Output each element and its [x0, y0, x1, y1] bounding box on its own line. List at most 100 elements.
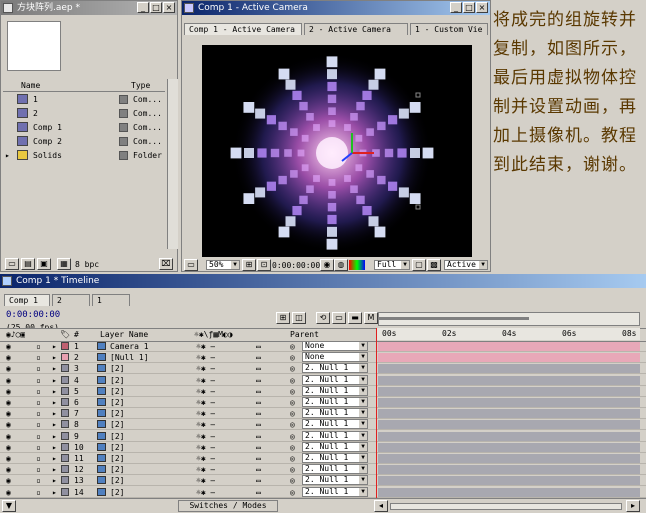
label-color-chip[interactable] — [61, 487, 69, 496]
3d-layer-switch[interactable]: ▭ — [256, 419, 261, 430]
switches-modes-toggle[interactable]: Switches / Modes — [178, 500, 278, 512]
eye-icon[interactable]: ◉ — [6, 341, 11, 352]
parent-dropdown[interactable]: 2. Null 1 ▼ — [302, 374, 368, 385]
expand-arrow-icon[interactable]: ▸ — [52, 487, 57, 498]
lock-icon[interactable]: ▫ — [36, 442, 41, 453]
layer-name[interactable]: [2] — [110, 386, 124, 397]
tab-2[interactable]: 2 — [52, 294, 90, 306]
parent-pickwhip-icon[interactable]: ◎ — [290, 352, 295, 363]
tab-2-active-camera[interactable]: 2 - Active Camera — [304, 23, 408, 35]
parent-dropdown[interactable]: 2. Null 1 ▼ — [302, 486, 368, 497]
layer-name[interactable]: [2] — [110, 408, 124, 419]
3d-layer-switch[interactable]: ▭ — [256, 363, 261, 374]
layer-duration-bar[interactable] — [378, 442, 640, 452]
expand-arrow-icon[interactable]: ▸ — [52, 442, 57, 453]
3d-layer-switch[interactable]: ▭ — [256, 375, 261, 386]
view-dropdown[interactable]: Active ▼ — [444, 260, 488, 270]
zoom-in-icon[interactable]: ▸ — [626, 500, 640, 512]
layer-row[interactable]: ◉ ▫ ▸ 14 [2] ☼✱ ̶ ▭ ◎ 2. Null 1 ▼ — [0, 486, 646, 498]
expand-arrow-icon[interactable]: ▸ — [52, 363, 57, 374]
3d-layer-switch[interactable]: ▭ — [256, 475, 261, 486]
lock-icon[interactable]: ▫ — [36, 375, 41, 386]
eye-icon[interactable]: ◉ — [6, 352, 11, 363]
parent-pickwhip-icon[interactable]: ◎ — [290, 487, 295, 498]
layer-row[interactable]: ◉ ▫ ▸ 11 [2] ☼✱ ̶ ▭ ◎ 2. Null 1 ▼ — [0, 453, 646, 464]
eye-icon[interactable]: ◉ — [6, 487, 11, 498]
label-color-chip[interactable] — [61, 442, 69, 451]
show-snapshot-icon[interactable]: ◍ — [334, 259, 348, 271]
time-ruler[interactable]: 00s 02s 04s 06s 08s — [376, 328, 640, 340]
parent-dropdown[interactable]: 2. Null 1 ▼ — [302, 408, 368, 419]
3d-layer-switch[interactable]: ▭ — [256, 352, 261, 363]
minimize-button[interactable]: _ — [137, 2, 149, 13]
expand-arrow-icon[interactable]: ▸ — [52, 464, 57, 475]
parent-pickwhip-icon[interactable]: ◎ — [290, 453, 295, 464]
layer-name[interactable]: [2] — [110, 431, 124, 442]
layer-row[interactable]: ◉ ▫ ▸ 6 [2] ☼✱ ̶ ▭ ◎ 2. Null 1 ▼ — [0, 397, 646, 408]
parent-pickwhip-icon[interactable]: ◎ — [290, 475, 295, 486]
label-color-chip[interactable] — [61, 364, 69, 373]
parent-pickwhip-icon[interactable]: ◎ — [290, 464, 295, 475]
tab-1-custom-view[interactable]: 1 - Custom Vie — [410, 23, 488, 35]
layer-switches[interactable]: ☼✱ ̶ — [196, 397, 215, 408]
layer-handle[interactable] — [415, 92, 421, 98]
label-color-chip[interactable] — [61, 353, 69, 362]
label-color-chip[interactable] — [119, 151, 128, 160]
layer-row[interactable]: ◉ ▫ ▸ 1 Camera 1 ☼✱ ̶ ▭ ◎ None ▼ — [0, 341, 646, 352]
layer-row[interactable]: ◉ ▫ ▸ 7 [2] ☼✱ ̶ ▭ ◎ 2. Null 1 ▼ — [0, 408, 646, 420]
parent-pickwhip-icon[interactable]: ◎ — [290, 386, 295, 397]
layer-switches[interactable]: ☼✱ ̶ — [196, 453, 215, 464]
label-color-chip[interactable] — [119, 109, 128, 118]
3d-layer-switch[interactable]: ▭ — [256, 487, 261, 498]
resolution-dropdown[interactable]: Full ▼ — [374, 260, 410, 270]
eye-icon[interactable]: ◉ — [6, 397, 11, 408]
parent-dropdown[interactable]: 2. Null 1 ▼ — [302, 397, 368, 407]
3d-layer-switch[interactable]: ▭ — [256, 408, 261, 419]
shy-icon[interactable]: ▭ — [332, 312, 346, 324]
layer-name[interactable]: [2] — [110, 442, 124, 453]
interpret-footage-icon[interactable]: ▭ — [5, 258, 19, 270]
eye-icon[interactable]: ◉ — [6, 419, 11, 430]
layer-name[interactable]: [2] — [110, 453, 124, 464]
tab-comp-1[interactable]: Comp 1 — [4, 294, 50, 306]
layer-name[interactable]: [2] — [110, 464, 124, 475]
color-channel-icon[interactable] — [349, 260, 365, 270]
expand-arrow-icon[interactable]: ▸ — [52, 475, 57, 486]
motion-icon[interactable]: M — [364, 312, 378, 324]
layer-duration-bar[interactable] — [378, 364, 640, 374]
project-item[interactable]: Comp 2 Com... — [3, 135, 165, 148]
maximize-button[interactable]: □ — [463, 2, 475, 13]
layer-duration-bar[interactable] — [378, 476, 640, 486]
lock-icon[interactable]: ▫ — [36, 475, 41, 486]
layer-switches[interactable]: ☼✱ ̶ — [196, 464, 215, 475]
zoom-dropdown[interactable]: 50% ▼ — [206, 260, 240, 270]
parent-pickwhip-icon[interactable]: ◎ — [290, 375, 295, 386]
maximize-button[interactable]: □ — [150, 2, 162, 13]
layer-row[interactable]: ◉ ▫ ▸ 10 [2] ☼✱ ̶ ▭ ◎ 2. Null 1 ▼ — [0, 441, 646, 453]
expand-arrow-icon[interactable]: ▸ — [52, 408, 57, 419]
parent-dropdown[interactable]: 2. Null 1 ▼ — [302, 464, 368, 475]
motion-blur-icon[interactable]: ▬ — [348, 312, 362, 324]
layer-duration-bar[interactable] — [378, 353, 640, 363]
layer-switches[interactable]: ☼✱ ̶ — [196, 487, 215, 498]
layer-duration-bar[interactable] — [378, 487, 640, 497]
current-time-indicator[interactable] — [376, 328, 377, 498]
parent-pickwhip-icon[interactable]: ◎ — [290, 442, 295, 453]
eye-icon[interactable]: ◉ — [6, 375, 11, 386]
lock-icon[interactable]: ▫ — [36, 453, 41, 464]
expand-arrow-icon[interactable]: ▸ — [52, 341, 57, 352]
layer-row[interactable]: ◉ ▫ ▸ 9 [2] ☼✱ ̶ ▭ ◎ 2. Null 1 ▼ — [0, 430, 646, 442]
parent-dropdown[interactable]: 2. Null 1 ▼ — [302, 363, 368, 374]
parent-dropdown[interactable]: 2. Null 1 ▼ — [302, 453, 368, 463]
eye-icon[interactable]: ◉ — [6, 431, 11, 442]
layer-duration-bar[interactable] — [378, 465, 640, 475]
parent-pickwhip-icon[interactable]: ◎ — [290, 408, 295, 419]
layer-switches[interactable]: ☼✱ ̶ — [196, 475, 215, 486]
label-color-chip[interactable] — [61, 386, 69, 395]
layer-name[interactable]: [2] — [110, 475, 124, 486]
layer-name-column-header[interactable]: Layer Name — [100, 329, 148, 340]
expand-arrow-icon[interactable]: ▸ — [52, 386, 57, 397]
layer-switches[interactable]: ☼✱ ̶ — [196, 431, 215, 442]
new-folder-icon[interactable]: ▤ — [21, 258, 35, 270]
minimize-button[interactable]: _ — [450, 2, 462, 13]
